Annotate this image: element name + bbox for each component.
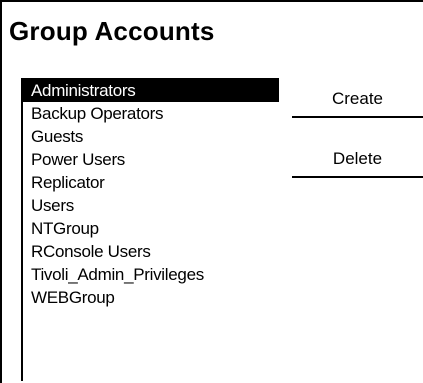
list-item[interactable]: Guests (23, 125, 279, 148)
list-item[interactable]: Backup Operators (23, 102, 279, 125)
list-item[interactable]: RConsole Users (23, 240, 279, 263)
page-title: Group Accounts (9, 16, 215, 46)
list-item[interactable]: NTGroup (23, 217, 279, 240)
group-accounts-panel: Group Accounts Administrators Backup Ope… (0, 0, 423, 383)
list-item[interactable]: Tivoli_Admin_Privileges (23, 263, 279, 286)
list-item[interactable]: Power Users (23, 148, 279, 171)
group-list[interactable]: Administrators Backup Operators Guests P… (21, 78, 279, 381)
list-item[interactable]: Users (23, 194, 279, 217)
create-button[interactable]: Create (292, 82, 423, 118)
list-item[interactable]: WEBGroup (23, 286, 279, 309)
list-item[interactable]: Replicator (23, 171, 279, 194)
list-item[interactable]: Administrators (23, 79, 279, 102)
delete-button[interactable]: Delete (292, 142, 423, 178)
